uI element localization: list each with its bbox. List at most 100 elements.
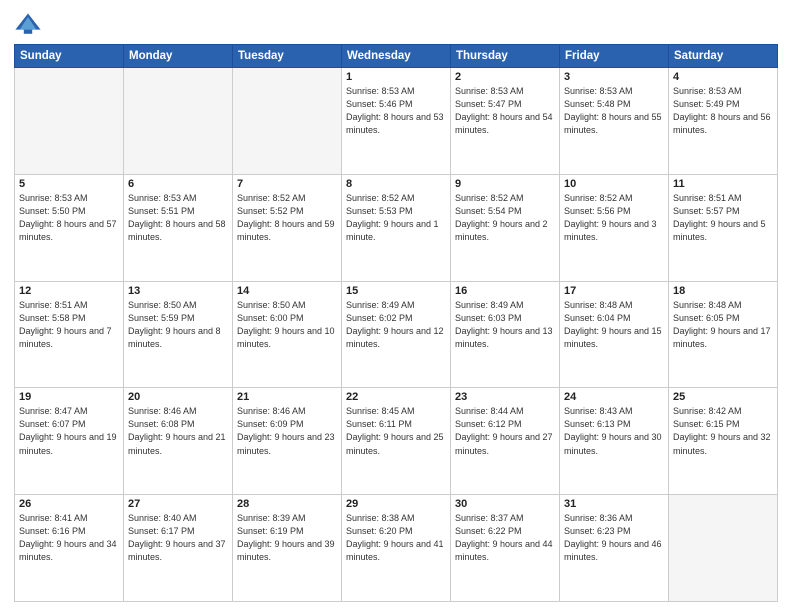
day-number: 30 (455, 498, 555, 510)
calendar-day-cell: 21 Sunrise: 8:46 AMSunset: 6:09 PMDayligh… (233, 388, 342, 495)
day-number: 19 (19, 391, 119, 403)
calendar-day-cell: 9 Sunrise: 8:52 AMSunset: 5:54 PMDaylight… (451, 174, 560, 281)
day-info: Sunrise: 8:52 AMSunset: 5:52 PMDaylight:… (237, 192, 337, 244)
day-info: Sunrise: 8:53 AMSunset: 5:49 PMDaylight:… (673, 85, 773, 137)
calendar-day-cell: 19 Sunrise: 8:47 AMSunset: 6:07 PMDayligh… (15, 388, 124, 495)
day-info: Sunrise: 8:38 AMSunset: 6:20 PMDaylight:… (346, 512, 446, 564)
weekday-header: Sunday (15, 45, 124, 68)
day-info: Sunrise: 8:45 AMSunset: 6:11 PMDaylight:… (346, 405, 446, 457)
day-number: 14 (237, 285, 337, 297)
weekday-header: Thursday (451, 45, 560, 68)
calendar-week-row: 19 Sunrise: 8:47 AMSunset: 6:07 PMDayligh… (15, 388, 778, 495)
day-number: 23 (455, 391, 555, 403)
calendar-day-cell: 20 Sunrise: 8:46 AMSunset: 6:08 PMDayligh… (124, 388, 233, 495)
calendar-day-cell: 24Sunrise: 8:43 AMSunset: 6:13 PMDayligh… (560, 388, 669, 495)
day-number: 28 (237, 498, 337, 510)
day-info: Sunrise: 8:53 AMSunset: 5:46 PMDaylight:… (346, 85, 446, 137)
day-number: 25 (673, 391, 773, 403)
day-number: 22 (346, 391, 446, 403)
day-info: Sunrise: 8:53 AMSunset: 5:48 PMDaylight:… (564, 85, 664, 137)
day-number: 16 (455, 285, 555, 297)
day-number: 11 (673, 178, 773, 190)
calendar-day-cell: 22 Sunrise: 8:45 AMSunset: 6:11 PMDayligh… (342, 388, 451, 495)
calendar-day-cell (233, 68, 342, 175)
day-info: Sunrise: 8:53 AMSunset: 5:51 PMDaylight:… (128, 192, 228, 244)
calendar-body: 1 Sunrise: 8:53 AMSunset: 5:46 PMDaylight… (15, 68, 778, 602)
day-number: 5 (19, 178, 119, 190)
calendar-day-cell: 29 Sunrise: 8:38 AMSunset: 6:20 PMDayligh… (342, 495, 451, 602)
calendar-day-cell: 13 Sunrise: 8:50 AMSunset: 5:59 PMDayligh… (124, 281, 233, 388)
calendar-day-cell: 3 Sunrise: 8:53 AMSunset: 5:48 PMDaylight… (560, 68, 669, 175)
day-info: Sunrise: 8:52 AMSunset: 5:54 PMDaylight:… (455, 192, 555, 244)
day-number: 31 (564, 498, 664, 510)
header (14, 10, 778, 38)
day-info: Sunrise: 8:43 AMSunset: 6:13 PMDaylight:… (564, 405, 664, 457)
day-info: Sunrise: 8:48 AMSunset: 6:05 PMDaylight:… (673, 299, 773, 351)
day-number: 1 (346, 71, 446, 83)
day-info: Sunrise: 8:39 AMSunset: 6:19 PMDaylight:… (237, 512, 337, 564)
weekday-row: SundayMondayTuesdayWednesdayThursdayFrid… (15, 45, 778, 68)
calendar-week-row: 26Sunrise: 8:41 AMSunset: 6:16 PMDayligh… (15, 495, 778, 602)
day-info: Sunrise: 8:37 AMSunset: 6:22 PMDaylight:… (455, 512, 555, 564)
calendar-day-cell: 1 Sunrise: 8:53 AMSunset: 5:46 PMDaylight… (342, 68, 451, 175)
day-number: 15 (346, 285, 446, 297)
calendar-day-cell: 2Sunrise: 8:53 AMSunset: 5:47 PMDaylight… (451, 68, 560, 175)
day-info: Sunrise: 8:42 AMSunset: 6:15 PMDaylight:… (673, 405, 773, 457)
calendar-table: SundayMondayTuesdayWednesdayThursdayFrid… (14, 44, 778, 602)
calendar-day-cell: 6 Sunrise: 8:53 AMSunset: 5:51 PMDaylight… (124, 174, 233, 281)
day-info: Sunrise: 8:47 AMSunset: 6:07 PMDaylight:… (19, 405, 119, 457)
calendar-day-cell: 28 Sunrise: 8:39 AMSunset: 6:19 PMDayligh… (233, 495, 342, 602)
calendar-day-cell: 11 Sunrise: 8:51 AMSunset: 5:57 PMDayligh… (669, 174, 778, 281)
calendar-day-cell: 25 Sunrise: 8:42 AMSunset: 6:15 PMDayligh… (669, 388, 778, 495)
day-number: 6 (128, 178, 228, 190)
calendar-day-cell: 30 Sunrise: 8:37 AMSunset: 6:22 PMDayligh… (451, 495, 560, 602)
day-number: 3 (564, 71, 664, 83)
day-info: Sunrise: 8:36 AMSunset: 6:23 PMDaylight:… (564, 512, 664, 564)
weekday-header: Friday (560, 45, 669, 68)
day-number: 10 (564, 178, 664, 190)
day-number: 7 (237, 178, 337, 190)
calendar-day-cell: 14Sunrise: 8:50 AMSunset: 6:00 PMDayligh… (233, 281, 342, 388)
calendar-day-cell: 8Sunrise: 8:52 AMSunset: 5:53 PMDaylight… (342, 174, 451, 281)
day-info: Sunrise: 8:44 AMSunset: 6:12 PMDaylight:… (455, 405, 555, 457)
calendar-day-cell: 18 Sunrise: 8:48 AMSunset: 6:05 PMDayligh… (669, 281, 778, 388)
calendar-header: SundayMondayTuesdayWednesdayThursdayFrid… (15, 45, 778, 68)
day-info: Sunrise: 8:53 AMSunset: 5:50 PMDaylight:… (19, 192, 119, 244)
day-number: 21 (237, 391, 337, 403)
calendar-day-cell: 10Sunrise: 8:52 AMSunset: 5:56 PMDayligh… (560, 174, 669, 281)
day-info: Sunrise: 8:51 AMSunset: 5:58 PMDaylight:… (19, 299, 119, 351)
day-number: 13 (128, 285, 228, 297)
day-number: 17 (564, 285, 664, 297)
weekday-header: Tuesday (233, 45, 342, 68)
calendar-day-cell: 17 Sunrise: 8:48 AMSunset: 6:04 PMDayligh… (560, 281, 669, 388)
calendar-week-row: 12 Sunrise: 8:51 AMSunset: 5:58 PMDayligh… (15, 281, 778, 388)
day-info: Sunrise: 8:46 AMSunset: 6:08 PMDaylight:… (128, 405, 228, 457)
day-number: 9 (455, 178, 555, 190)
calendar-day-cell: 27Sunrise: 8:40 AMSunset: 6:17 PMDayligh… (124, 495, 233, 602)
day-info: Sunrise: 8:49 AMSunset: 6:03 PMDaylight:… (455, 299, 555, 351)
calendar-day-cell (669, 495, 778, 602)
calendar-day-cell: 23 Sunrise: 8:44 AMSunset: 6:12 PMDayligh… (451, 388, 560, 495)
calendar-day-cell: 16 Sunrise: 8:49 AMSunset: 6:03 PMDayligh… (451, 281, 560, 388)
day-info: Sunrise: 8:48 AMSunset: 6:04 PMDaylight:… (564, 299, 664, 351)
calendar-day-cell: 4 Sunrise: 8:53 AMSunset: 5:49 PMDaylight… (669, 68, 778, 175)
day-number: 18 (673, 285, 773, 297)
day-number: 4 (673, 71, 773, 83)
day-info: Sunrise: 8:46 AMSunset: 6:09 PMDaylight:… (237, 405, 337, 457)
day-number: 20 (128, 391, 228, 403)
calendar-day-cell (124, 68, 233, 175)
day-info: Sunrise: 8:49 AMSunset: 6:02 PMDaylight:… (346, 299, 446, 351)
day-number: 26 (19, 498, 119, 510)
day-info: Sunrise: 8:52 AMSunset: 5:53 PMDaylight:… (346, 192, 446, 244)
day-number: 2 (455, 71, 555, 83)
calendar-week-row: 5 Sunrise: 8:53 AMSunset: 5:50 PMDaylight… (15, 174, 778, 281)
day-info: Sunrise: 8:51 AMSunset: 5:57 PMDaylight:… (673, 192, 773, 244)
logo-icon (14, 10, 42, 38)
calendar-day-cell: 7 Sunrise: 8:52 AMSunset: 5:52 PMDaylight… (233, 174, 342, 281)
page: SundayMondayTuesdayWednesdayThursdayFrid… (0, 0, 792, 612)
day-number: 12 (19, 285, 119, 297)
day-info: Sunrise: 8:50 AMSunset: 5:59 PMDaylight:… (128, 299, 228, 351)
day-info: Sunrise: 8:40 AMSunset: 6:17 PMDaylight:… (128, 512, 228, 564)
day-number: 29 (346, 498, 446, 510)
calendar-day-cell: 26Sunrise: 8:41 AMSunset: 6:16 PMDayligh… (15, 495, 124, 602)
